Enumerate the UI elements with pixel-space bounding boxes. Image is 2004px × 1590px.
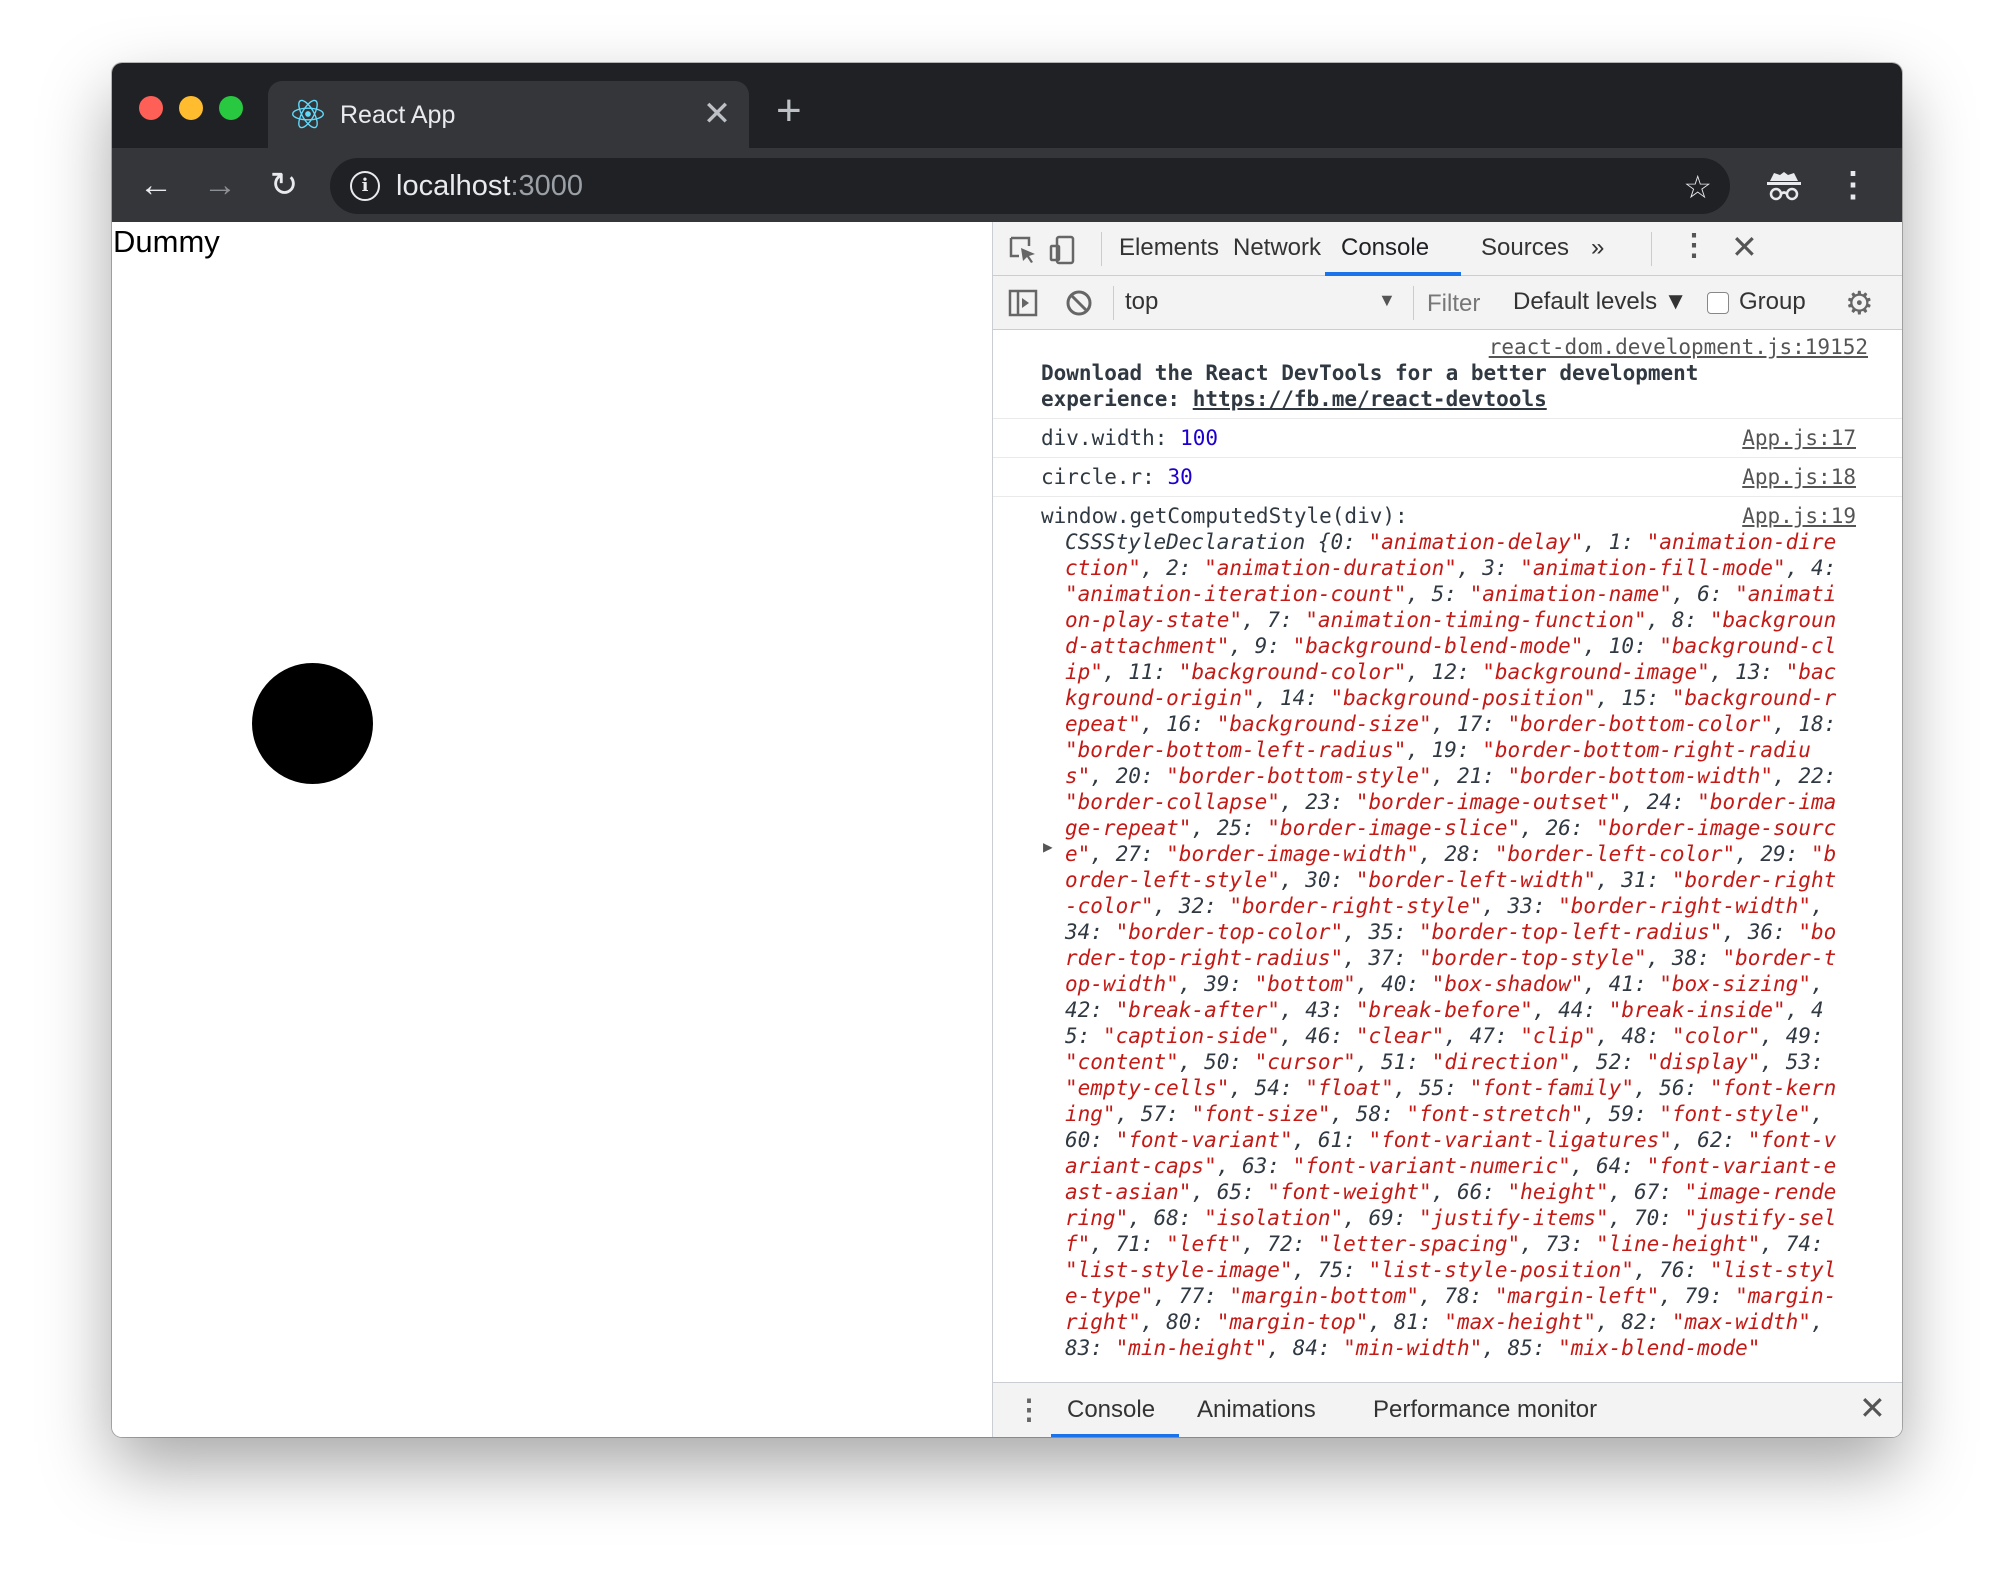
message-source-link[interactable]: App.js:18 — [1742, 464, 1856, 490]
drawer-tab-performance-monitor[interactable]: Performance monitor — [1373, 1396, 1597, 1424]
inspect-element-icon[interactable] — [1007, 234, 1039, 266]
console-filter-bar: top ▼ Filter Default levels ▼ Group ⚙ — [993, 276, 1902, 330]
tab-elements[interactable]: Elements — [1119, 234, 1219, 262]
more-tabs-icon[interactable]: » — [1591, 234, 1604, 262]
console-message: App.js:17 div.width: 100 — [993, 419, 1902, 458]
group-label: Group — [1739, 288, 1806, 315]
message-text: Download the React DevTools for a better… — [1041, 361, 1699, 385]
context-select[interactable]: top — [1125, 288, 1158, 316]
back-button[interactable]: ← — [136, 165, 176, 205]
devtools-drawer: ⋮ Console Animations Performance monitor… — [993, 1382, 1902, 1437]
close-devtools-icon[interactable]: ✕ — [1731, 228, 1758, 266]
tab-console[interactable]: Console — [1341, 234, 1429, 262]
browser-window: React App ✕ + ← → ↻ i localhost:3000 ☆ ⋮… — [112, 63, 1902, 1437]
bookmark-star-icon[interactable]: ☆ — [1683, 168, 1712, 206]
devtools-link[interactable]: https://fb.me/react-devtools — [1193, 387, 1547, 411]
maximize-window-button[interactable] — [219, 96, 243, 120]
tab-strip: React App ✕ + — [112, 63, 1902, 148]
gear-icon[interactable]: ⚙ — [1845, 284, 1874, 322]
toolbar-divider — [1413, 286, 1414, 320]
message-label: circle.r: — [1041, 465, 1168, 489]
filter-input[interactable]: Filter — [1427, 290, 1480, 318]
console-message: App.js:18 circle.r: 30 — [993, 458, 1902, 497]
react-logo-icon — [292, 99, 324, 129]
page-text: Dummy — [113, 224, 220, 259]
chevron-down-icon[interactable]: ▼ — [1378, 290, 1396, 311]
browser-menu-icon[interactable]: ⋮ — [1836, 165, 1870, 205]
console-output: react-dom.development.js:19152 Download … — [993, 330, 1902, 1382]
tab-close-icon[interactable]: ✕ — [702, 94, 732, 134]
active-drawer-tab-indicator — [1051, 1434, 1179, 1437]
log-levels-select[interactable]: Default levels ▼ — [1513, 288, 1688, 316]
clear-console-icon[interactable] — [1063, 287, 1095, 319]
drawer-tab-console[interactable]: Console — [1067, 1396, 1155, 1424]
drawer-tab-animations[interactable]: Animations — [1197, 1396, 1316, 1424]
tab-network[interactable]: Network — [1233, 234, 1321, 262]
incognito-icon[interactable] — [1764, 167, 1804, 203]
devtools-panel: Elements Network Console Sources » ⋮ ✕ t… — [992, 222, 1902, 1437]
device-toolbar-icon[interactable] — [1047, 234, 1079, 266]
new-tab-button[interactable]: + — [776, 89, 802, 133]
browser-toolbar: ← → ↻ i localhost:3000 ☆ ⋮ — [112, 148, 1902, 222]
message-label: div.width: — [1041, 426, 1181, 450]
console-message: react-dom.development.js:19152 Download … — [993, 330, 1902, 419]
forward-button[interactable]: → — [200, 165, 240, 205]
message-source-link[interactable]: App.js:19 — [1742, 503, 1856, 529]
console-message: App.js:19 window.getComputedStyle(div): … — [993, 497, 1902, 1367]
devtools-menu-icon[interactable]: ⋮ — [1679, 228, 1709, 263]
message-label: window.getComputedStyle(div): — [1041, 504, 1408, 528]
browser-tab[interactable]: React App ✕ — [268, 81, 749, 148]
url-host: localhost — [396, 170, 511, 202]
expand-triangle-icon[interactable]: ▶ — [1043, 834, 1053, 860]
devtools-download-text: Download the React DevTools for a better… — [1041, 360, 1844, 412]
site-info-icon[interactable]: i — [350, 171, 380, 201]
address-bar[interactable]: i localhost:3000 ☆ — [330, 158, 1730, 214]
tab-sources[interactable]: Sources — [1481, 234, 1569, 262]
black-circle — [252, 663, 373, 784]
toolbar-divider — [1101, 232, 1102, 266]
toolbar-divider — [1113, 286, 1114, 320]
close-drawer-icon[interactable]: ✕ — [1859, 1389, 1886, 1427]
message-source-link[interactable]: App.js:17 — [1742, 425, 1856, 451]
drawer-menu-icon[interactable]: ⋮ — [1015, 1393, 1043, 1426]
message-value: 30 — [1167, 465, 1193, 489]
page-viewport: Dummy — [112, 222, 992, 1437]
group-checkbox[interactable] — [1707, 292, 1729, 314]
reload-button[interactable]: ↻ — [264, 165, 304, 205]
message-text: experience: — [1041, 387, 1193, 411]
message-value: 100 — [1180, 426, 1219, 450]
message-source-link[interactable]: react-dom.development.js:19152 — [1489, 335, 1868, 359]
url-port: :3000 — [510, 170, 584, 202]
object-preview[interactable]: CSSStyleDeclaration {0: "animation-delay… — [1041, 529, 1844, 1361]
minimize-window-button[interactable] — [179, 96, 203, 120]
tab-title: React App — [340, 101, 456, 129]
close-window-button[interactable] — [139, 96, 163, 120]
toolbar-divider — [1651, 232, 1652, 266]
sidebar-toggle-icon[interactable] — [1007, 287, 1039, 319]
url-text[interactable]: localhost:3000 — [396, 170, 583, 203]
devtools-tabbar: Elements Network Console Sources » ⋮ ✕ — [993, 222, 1902, 276]
